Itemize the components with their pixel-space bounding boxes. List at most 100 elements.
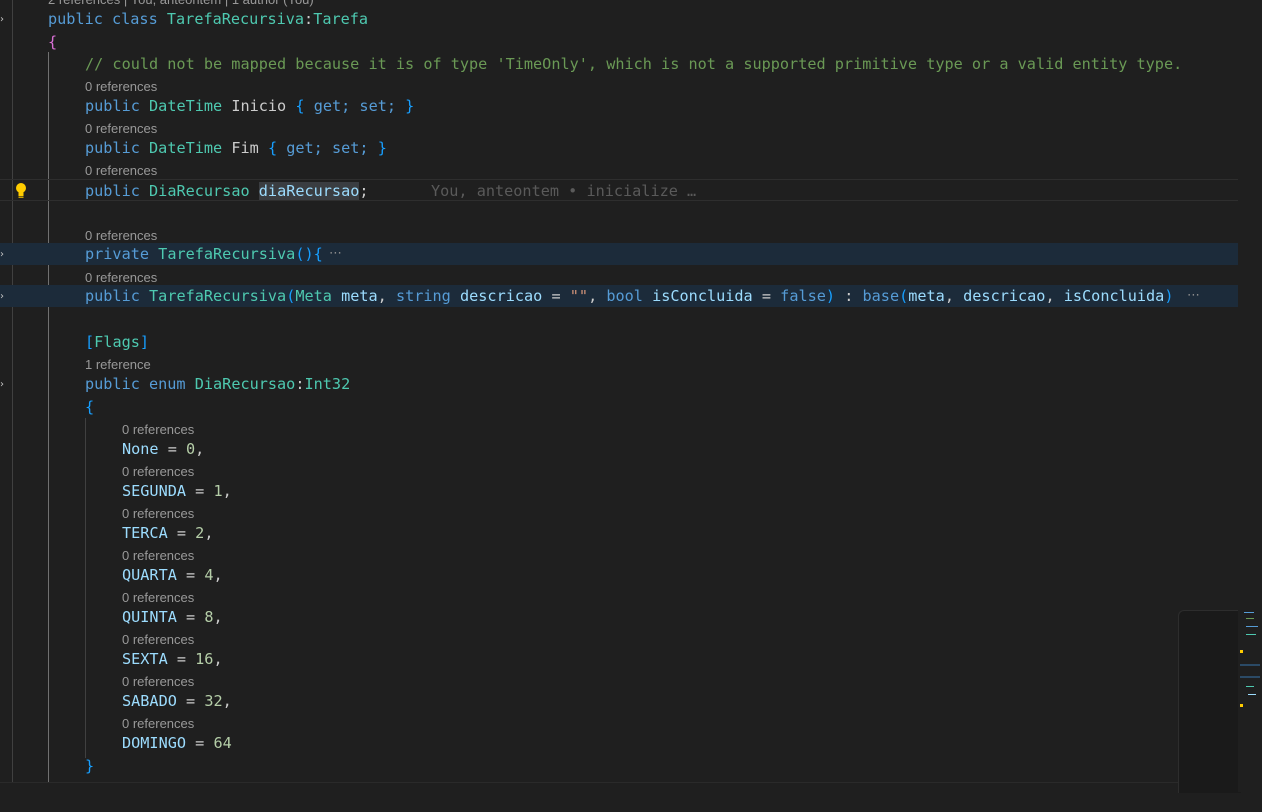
property-type: DateTime [149,97,223,115]
enum-member-line: QUARTA = 4, [122,566,223,584]
class-name: TarefaRecursiva [166,10,305,28]
comma: , [213,608,223,626]
enum-member-name: TERCA [122,524,168,542]
lightbulb-icon[interactable] [14,182,28,200]
enum-member-value: 1 [213,482,223,500]
field-type: DiaRecursao [149,182,250,200]
enum-member-line: DOMINGO = 64 [122,734,232,752]
property-line-inicio: public DateTime Inicio { get; set; } [0,95,1238,117]
code-lens[interactable]: 0 references [0,163,1238,179]
code-lens[interactable]: 0 references [0,548,1238,564]
comment-text: // could not be mapped because it is of … [85,55,1183,73]
comma: , [377,287,387,305]
minimap-highlight [1240,676,1260,678]
brace: } [405,97,415,115]
enum-member-name: QUINTA [122,608,177,626]
code-lens[interactable]: 0 references [0,674,1238,690]
code-lens[interactable]: 0 references [0,506,1238,522]
equals: = [551,287,561,305]
comma: , [588,287,598,305]
access-modifier: public [85,287,140,305]
access-modifier: public [85,97,140,115]
getter: get; [286,139,323,157]
enum-member-line: None = 0, [122,440,205,458]
minimap-marker [1240,704,1243,707]
expand-chevron-icon[interactable]: › [0,249,8,260]
minimap-line [1244,612,1254,613]
minimap-hover-preview[interactable] [1178,610,1241,793]
enum-member-name: QUARTA [122,566,177,584]
enum-declaration-line: › public enum DiaRecursao:Int32 [0,373,1238,395]
fold-chevron-icon[interactable]: › [0,379,8,390]
enum-member-line: SABADO = 32, [122,692,232,710]
semicolon: ; [359,182,369,200]
code-lens[interactable]: 0 references [0,422,1238,438]
enum-base-type: Int32 [304,375,351,393]
code-lens[interactable]: 0 references [0,228,1238,244]
enum-member-value: 2 [195,524,205,542]
access-modifier: private [85,245,150,263]
horizontal-scrollbar[interactable] [0,782,1180,793]
vertical-scrollbar-minimap[interactable] [1238,0,1262,792]
comma: , [1045,287,1055,305]
comment-line: // could not be mapped because it is of … [0,53,1238,75]
comma: , [213,650,223,668]
enum-member-value: 0 [186,440,196,458]
param-type: string [395,287,451,305]
git-blame-annotation: You, anteontem • inicialize … [431,182,697,200]
code-lens[interactable]: 1 reference [0,357,1238,373]
minimap-line [1246,634,1256,635]
property-type: DateTime [149,139,223,157]
attribute-name: Flags [94,333,140,351]
colon: : [844,287,854,305]
attribute-line: [Flags] [0,331,1238,353]
enum-member-line: TERCA = 2, [122,524,214,542]
code-lens[interactable]: 0 references [0,121,1238,137]
comma: , [222,482,232,500]
expand-chevron-icon[interactable]: › [0,291,8,302]
field-name[interactable]: diaRecursao [258,182,360,200]
colon: : [295,375,305,393]
param-type: Meta [295,287,332,305]
fold-chevron-icon[interactable]: › [0,14,8,25]
minimap-line [1248,694,1256,695]
enum-open-brace-line: { [0,396,1238,418]
code-lens[interactable]: 0 references [0,590,1238,606]
comma: , [944,287,954,305]
property-line-fim: public DateTime Fim { get; set; } [0,137,1238,159]
property-name: Inicio [231,97,287,115]
enum-member-line: QUINTA = 8, [122,608,223,626]
code-lens[interactable]: 0 references [0,716,1238,732]
minimap-line [1246,686,1254,687]
constructor-line-public: › public TarefaRecursiva(Meta meta, stri… [0,285,1238,307]
folded-code-ellipsis[interactable]: ⋯ [1187,285,1200,307]
enum-name: DiaRecursao [194,375,296,393]
code-lens[interactable]: 0 references [0,270,1238,286]
folded-code-ellipsis[interactable]: ⋯ [329,243,342,265]
code-lens[interactable]: 0 references [0,464,1238,480]
minimap-highlight [1240,664,1260,666]
equals: = [761,287,772,305]
param-name: isConcluida [652,287,753,305]
brace: } [377,139,387,157]
comma: , [213,566,223,584]
param-name: descricao [460,287,543,305]
comma: , [204,524,214,542]
brace: { [295,97,305,115]
comma: , [222,692,232,710]
paren: ( [286,287,296,305]
constructor-line-private: › private TarefaRecursiva(){ ⋯ [0,243,1238,265]
default-value: false [780,287,826,305]
argument: meta [908,287,945,305]
default-value: "" [569,287,589,305]
enum-member-line: SEXTA = 16, [122,650,223,668]
code-lens[interactable]: 2 references | You, anteontem | 1 author… [0,0,1238,8]
enum-close-brace-line: } [0,755,1238,777]
brace: { [267,139,278,157]
enum-member-line: SEGUNDA = 1, [122,482,232,500]
code-lens[interactable]: 0 references [0,79,1238,95]
code-editor[interactable]: 2 references | You, anteontem | 1 author… [0,0,1238,792]
constructor-name: TarefaRecursiva [149,287,287,305]
code-lens[interactable]: 0 references [0,632,1238,648]
param-name: meta [341,287,378,305]
